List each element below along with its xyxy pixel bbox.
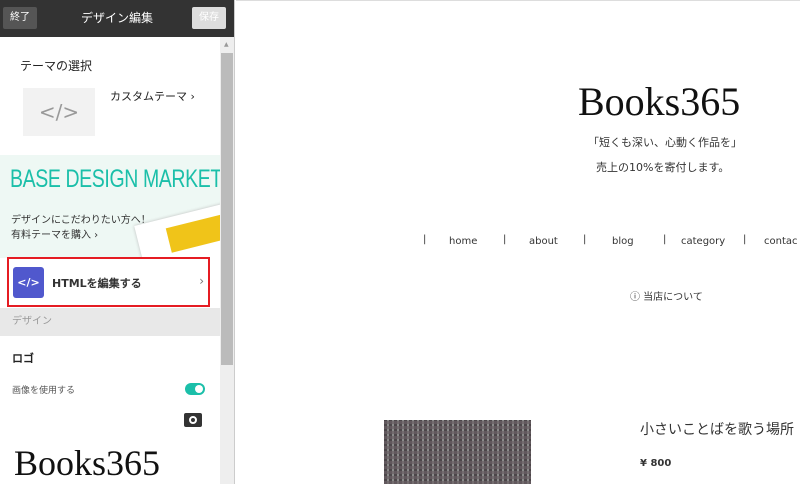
product-image[interactable] [384,420,531,484]
buy-theme-link[interactable]: 有料テーマを購入 › [11,226,98,241]
about-shop-link[interactable]: ⓘ 当店について [630,288,703,303]
nav-category[interactable]: category [681,236,725,247]
product-price: ¥ 800 [640,458,672,469]
design-editor-panel: デザイン編集 終了 保存 テーマの選択 </> カスタムテーマ › BASE D… [0,0,235,484]
scroll-up-icon[interactable]: ▲ [224,41,229,48]
nav-separator: | [423,234,427,245]
nav-blog[interactable]: blog [612,236,634,247]
scrollbar-thumb[interactable] [221,53,233,365]
custom-theme-link[interactable]: カスタムテーマ › [110,88,195,104]
editor-header: デザイン編集 終了 保存 [0,0,234,37]
banner-title: BASE DESIGN MARKET [10,165,220,193]
nav-about[interactable]: about [529,236,558,247]
edit-html-button[interactable]: </> HTMLを編集する › [7,257,210,307]
nav-separator: | [663,234,667,245]
nav-separator: | [503,234,507,245]
custom-theme-label: カスタムテーマ [110,90,187,103]
logo-section-title: ロゴ [12,352,34,365]
chevron-right-icon: › [199,274,204,288]
nav-contact[interactable]: contac [764,236,798,247]
scrollbar[interactable]: ▲ [220,37,234,484]
tagline: 売上の10%を寄付します。 [596,161,730,174]
quit-button[interactable]: 終了 [3,7,37,29]
use-image-label: 画像を使用する [12,386,76,396]
nav-separator: | [743,234,747,245]
theme-section-title: テーマの選択 [20,59,93,73]
shop-logo[interactable]: Books365 [578,78,740,125]
nav-home[interactable]: home [449,236,477,247]
use-image-toggle[interactable] [185,383,205,395]
code-icon: </> [13,267,44,298]
camera-icon[interactable] [184,413,202,427]
code-icon[interactable]: </> [23,88,95,136]
banner-text: デザインにこだわりたい方へ！ [11,215,151,226]
tagline: 「短くも深い、心動く作品を」 [588,136,742,149]
design-market-banner[interactable]: BASE DESIGN MARKET デザインにこだわりたい方へ！ 有料テーマを… [0,155,220,258]
nav-separator: | [583,234,587,245]
edit-html-label: HTMLを編集する [52,277,142,290]
save-button[interactable]: 保存 [192,7,226,29]
chevron-right-icon: › [190,90,195,103]
logo-preview: Books365 [14,443,161,483]
design-section-header: デザイン [0,308,220,336]
product-title[interactable]: 小さいことばを歌う場所 [640,419,794,439]
